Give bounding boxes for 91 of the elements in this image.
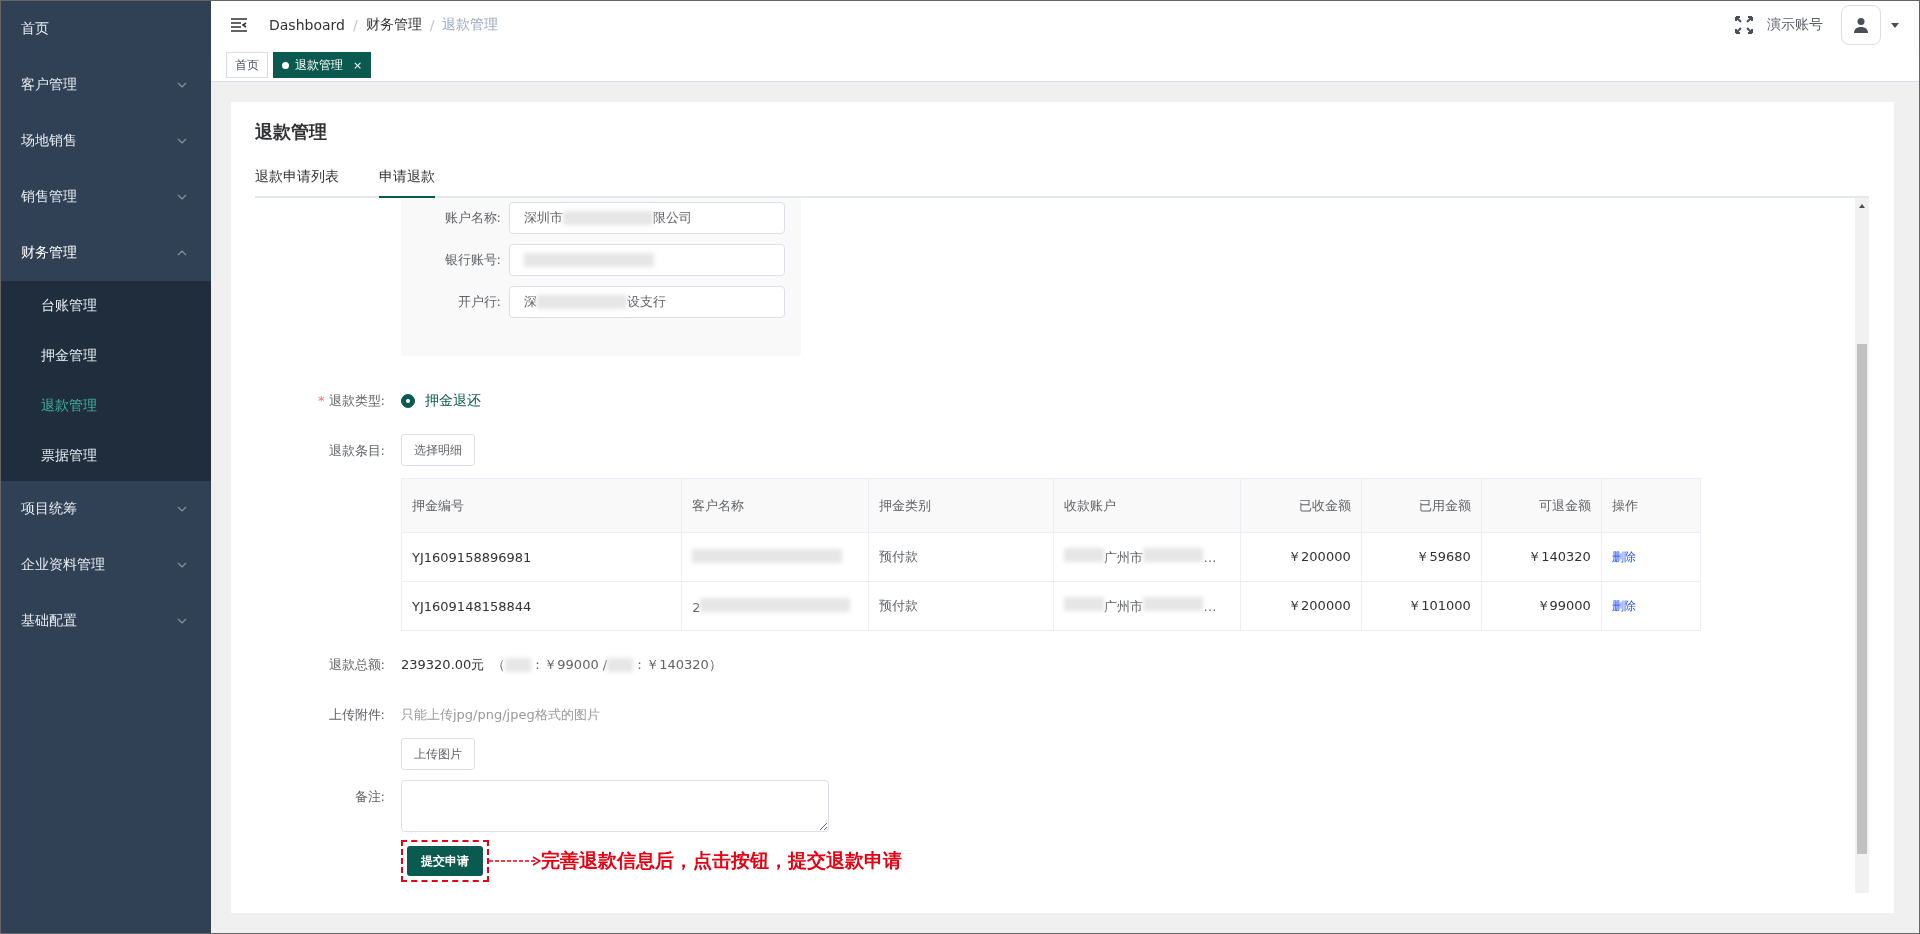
blurred-text [505,658,532,672]
field-label: 退款条目: [327,442,386,460]
sidebar-subitem[interactable]: 退款管理 [1,381,211,431]
sidebar-item[interactable]: 销售管理 [1,169,211,225]
table-cell: 预付款 [868,581,1054,631]
input-field[interactable]: 深圳市 限公司 [509,202,785,234]
chevron-down-icon [177,506,187,512]
tab[interactable]: 退款申请列表 [255,168,339,198]
column-header: 收款账户 [1054,478,1241,533]
sidebar-subitem[interactable]: 票据管理 [1,431,211,481]
field-label: 上传附件: [327,706,386,724]
sidebar-item[interactable]: 客户管理 [1,57,211,113]
amount-breakdown: （ [492,656,506,674]
field-value: 深圳市 [524,209,563,227]
breadcrumb-separator: / [429,17,435,33]
active-dot-icon [282,61,289,69]
user-icon [1853,17,1869,33]
chevron-down-icon [177,82,187,88]
column-header: 押金编号 [401,478,682,533]
table-cell: 预付款 [868,532,1054,582]
table-cell: YJ1609158896981 [401,532,682,582]
table-cell: ￥99000 [1481,581,1602,631]
table-cell: ￥59680 [1361,532,1482,582]
column-header: 已用金额 [1361,478,1482,533]
delete-link[interactable]: 删除 [1611,549,1636,564]
page-title: 退款管理 [255,120,328,144]
sidebar-item[interactable]: 企业资料管理 [1,537,211,593]
column-header: 客户名称 [681,478,869,533]
remark-field[interactable] [401,780,829,832]
avatar-button[interactable] [1841,5,1881,45]
field-value: 设支行 [627,293,666,311]
table-cell: YJ1609148158844 [401,581,682,631]
field-label: 银行账号: [443,251,502,269]
upload-image-button[interactable]: 上传图片 [401,738,475,770]
breadcrumb-item: 退款管理 [442,16,499,34]
account-name: 演示账号 [1767,16,1823,34]
close-icon[interactable]: × [353,58,363,72]
amount-breakdown: ：￥99000 / [531,656,608,674]
amount-breakdown: ：￥140320） [633,656,722,674]
sidebar-item[interactable]: 首页 [1,1,211,57]
input-field[interactable]: 深 设支行 [509,286,785,318]
table-cell: ￥140320 [1481,532,1602,582]
breadcrumb-item[interactable]: 财务管理 [365,16,422,34]
total-amount: 239320.00元 [401,656,485,674]
sidebar-subitem[interactable]: 押金管理 [1,331,211,381]
breadcrumb-item[interactable]: Dashboard [269,17,345,33]
page-tag[interactable]: 退款管理 × [273,52,372,78]
field-value: 深 [524,293,537,311]
column-header: 可退金额 [1481,478,1602,533]
table-cell: 广州市 … [1054,532,1241,582]
upload-hint: 只能上传jpg/png/jpeg格式的图片 [401,706,600,724]
annotation-text: 完善退款信息后，点击按钮，提交退款申请 [541,848,902,873]
field-value: 限公司 [653,209,692,227]
breadcrumb-separator: / [352,17,358,33]
field-label: * 退款类型: [317,392,386,410]
table-cell: ￥200000 [1240,581,1362,631]
column-header: 押金类别 [868,478,1054,533]
menu-icon[interactable] [231,18,247,32]
caret-down-icon[interactable] [1891,22,1899,28]
table-cell: 广州市 … [1054,581,1241,631]
field-label: 开户行: [456,293,502,311]
chevron-up-icon [177,250,187,256]
chevron-down-icon [177,562,187,568]
sidebar-item[interactable]: 场地销售 [1,113,211,169]
radio-icon[interactable] [401,394,415,408]
sidebar-item[interactable]: 财务管理 [1,225,211,281]
page-tag[interactable]: 首页 [226,52,268,78]
table-cell: ￥101000 [1361,581,1482,631]
delete-link[interactable]: 删除 [1611,598,1636,613]
sidebar-item[interactable]: 基础配置 [1,593,211,649]
column-header: 已收金额 [1240,478,1362,533]
chevron-down-icon [177,194,187,200]
scrollbar[interactable] [1855,198,1869,893]
chevron-down-icon [177,618,187,624]
required-mark: * [318,393,325,408]
field-label: 退款总额: [327,656,386,674]
radio-option[interactable]: 押金退还 [401,384,481,418]
scroll-up-icon[interactable] [1859,204,1865,208]
chevron-down-icon [177,138,187,144]
submit-button[interactable]: 提交申请 [407,846,483,876]
blurred-text [607,658,634,672]
sidebar-item[interactable]: 项目统筹 [1,481,211,537]
column-header: 操作 [1601,478,1701,533]
fullscreen-icon[interactable] [1735,16,1753,34]
field-label: 账户名称: [443,209,502,227]
field-label: 备注: [353,788,386,806]
table-cell: 2 [681,581,869,631]
input-field[interactable] [509,244,785,276]
select-details-button[interactable]: 选择明细 [401,434,475,466]
table-cell: ￥200000 [1240,532,1362,582]
sidebar-subitem[interactable]: 台账管理 [1,281,211,331]
